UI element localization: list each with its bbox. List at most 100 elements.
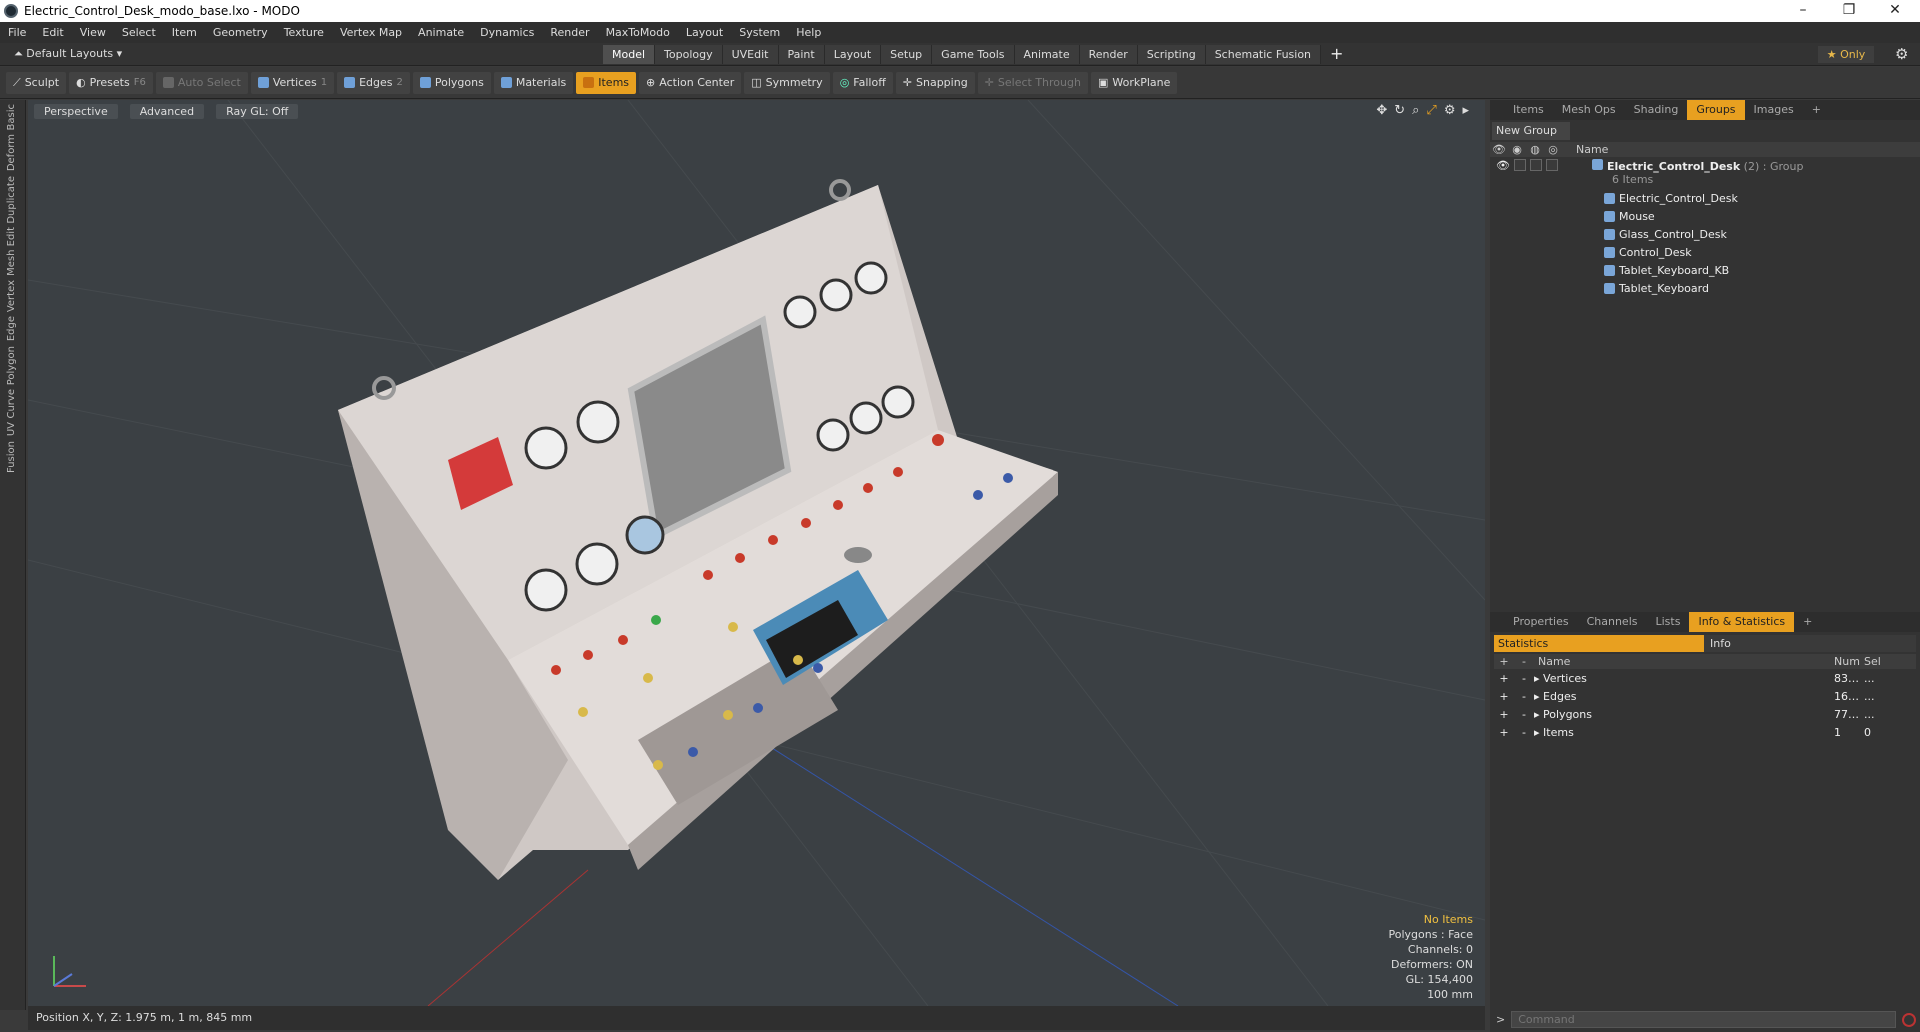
visibility-col-icon[interactable]: 👁 — [1490, 143, 1508, 156]
fit-icon[interactable]: ⤢ — [1426, 103, 1436, 118]
falloff-button[interactable]: ◎ Falloff — [832, 71, 893, 94]
menu-dynamics[interactable]: Dynamics — [472, 26, 542, 39]
tab-items[interactable]: Items — [1504, 100, 1553, 120]
tab-scripting[interactable]: Scripting — [1137, 45, 1206, 64]
vertices-button[interactable]: Vertices 1 — [250, 71, 335, 94]
tab-polygon[interactable]: Polygon — [6, 346, 20, 385]
tab-groups[interactable]: Groups — [1687, 100, 1745, 120]
menu-edit[interactable]: Edit — [34, 26, 71, 39]
group-child-row[interactable]: Glass_Control_Desk — [1490, 225, 1920, 243]
tab-channels[interactable]: Channels — [1578, 612, 1647, 632]
tab-deform[interactable]: Deform — [6, 134, 20, 171]
command-input[interactable] — [1511, 1011, 1896, 1028]
stats-row[interactable]: + - ▸ Edges 16… ... — [1494, 687, 1916, 705]
tab-info-statistics[interactable]: Info & Statistics — [1689, 612, 1795, 632]
add-tab-icon[interactable]: + — [1803, 100, 1830, 120]
statistics-tab[interactable]: Statistics — [1494, 635, 1704, 652]
tab-uvedit[interactable]: UVEdit — [722, 45, 779, 64]
add-selection-icon[interactable]: + — [1494, 726, 1514, 739]
expand-triangle-icon[interactable]: ▸ — [1534, 726, 1540, 739]
group-row[interactable]: 👁 Electric_Control_Desk (2) : Group 6 It… — [1490, 157, 1920, 189]
tab-mesh-ops[interactable]: Mesh Ops — [1553, 100, 1625, 120]
menu-texture[interactable]: Texture — [276, 26, 332, 39]
menu-geometry[interactable]: Geometry — [205, 26, 276, 39]
add-properties-tab-icon[interactable]: + — [1794, 612, 1821, 632]
tab-basic[interactable]: Basic — [6, 104, 20, 130]
tab-paint[interactable]: Paint — [778, 45, 825, 64]
remove-selection-icon[interactable]: - — [1514, 672, 1534, 685]
presets-button[interactable]: ◐ Presets F6 — [69, 71, 153, 94]
tab-render[interactable]: Render — [1079, 45, 1138, 64]
control-desk-model[interactable] — [338, 179, 1058, 880]
render-col-icon[interactable]: ◉ — [1508, 143, 1526, 156]
tab-animate[interactable]: Animate — [1014, 45, 1080, 64]
3d-viewport[interactable]: Perspective Advanced Ray GL: Off ✥ ↻ ⌕ ⤢… — [28, 100, 1485, 1006]
group-child-row[interactable]: Mouse — [1490, 207, 1920, 225]
select-through-button[interactable]: ✛ Select Through — [977, 71, 1088, 94]
tab-uv[interactable]: UV — [6, 422, 20, 436]
auto-select-button[interactable]: Auto Select — [155, 71, 248, 94]
add-layout-tab-icon[interactable]: + — [1330, 44, 1343, 63]
remove-selection-icon[interactable]: - — [1514, 708, 1534, 721]
tab-layout[interactable]: Layout — [824, 45, 882, 64]
render-toggle[interactable] — [1514, 159, 1526, 171]
select-col-icon[interactable]: ◎ — [1544, 143, 1562, 156]
tab-lists[interactable]: Lists — [1647, 612, 1690, 632]
tab-mesh-edit[interactable]: Mesh Edit — [6, 227, 20, 276]
edges-button[interactable]: Edges 2 — [337, 71, 410, 94]
raygl-dropdown[interactable]: Ray GL: Off — [216, 103, 299, 119]
polygons-button[interactable]: Polygons — [412, 71, 491, 94]
sculpt-button[interactable]: ⟋ Sculpt — [6, 71, 67, 94]
menu-render[interactable]: Render — [542, 26, 597, 39]
tab-vertex[interactable]: Vertex — [6, 280, 20, 312]
expand-arrow-icon[interactable]: ▸ — [1462, 103, 1469, 118]
close-button[interactable]: ✕ — [1872, 0, 1918, 22]
tab-topology[interactable]: Topology — [655, 45, 723, 64]
menu-help[interactable]: Help — [788, 26, 829, 39]
tab-setup[interactable]: Setup — [881, 45, 933, 64]
tab-game-tools[interactable]: Game Tools — [932, 45, 1015, 64]
tab-schematic-fusion[interactable]: Schematic Fusion — [1205, 45, 1322, 64]
add-selection-icon[interactable]: + — [1494, 708, 1514, 721]
remove-selection-icon[interactable]: - — [1514, 726, 1534, 739]
add-selection-icon[interactable]: + — [1494, 672, 1514, 685]
snapping-button[interactable]: ✛ Snapping — [895, 71, 975, 94]
stats-row[interactable]: + - ▸ Vertices 83… ... — [1494, 669, 1916, 687]
expand-triangle-icon[interactable]: ▸ — [1534, 690, 1540, 703]
info-tab[interactable]: Info — [1704, 635, 1916, 652]
view-mode-dropdown[interactable]: Perspective — [34, 103, 118, 119]
group-child-row[interactable]: Control_Desk — [1490, 243, 1920, 261]
action-center-button[interactable]: ⊕ Action Center — [639, 71, 742, 94]
default-layouts-dropdown[interactable]: ⏶ Default Layouts ▾ — [14, 47, 122, 61]
items-button[interactable]: Items — [576, 71, 637, 94]
menu-file[interactable]: File — [0, 26, 34, 39]
menu-item[interactable]: Item — [164, 26, 205, 39]
viewport-gear-icon[interactable]: ⚙ — [1444, 103, 1456, 118]
tab-curve[interactable]: Curve — [6, 389, 20, 419]
zoom-icon[interactable]: ⌕ — [1412, 103, 1419, 118]
rotate-icon[interactable]: ↻ — [1394, 103, 1405, 118]
menu-view[interactable]: View — [72, 26, 114, 39]
remove-selection-icon[interactable]: - — [1514, 690, 1534, 703]
menu-select[interactable]: Select — [114, 26, 164, 39]
pan-icon[interactable]: ✥ — [1376, 103, 1387, 118]
tab-model[interactable]: Model — [603, 45, 656, 64]
tab-properties[interactable]: Properties — [1504, 612, 1578, 632]
tab-edge[interactable]: Edge — [6, 316, 20, 341]
shading-dropdown[interactable]: Advanced — [129, 103, 205, 119]
menu-vertex-map[interactable]: Vertex Map — [332, 26, 410, 39]
tab-images[interactable]: Images — [1745, 100, 1803, 120]
command-history-icon[interactable] — [1902, 1012, 1916, 1027]
menu-animate[interactable]: Animate — [410, 26, 472, 39]
expand-triangle-icon[interactable]: ▸ — [1534, 672, 1540, 685]
add-selection-icon[interactable]: + — [1494, 690, 1514, 703]
group-child-row[interactable]: Electric_Control_Desk — [1490, 189, 1920, 207]
tab-shading[interactable]: Shading — [1625, 100, 1688, 120]
eye-icon[interactable]: 👁 — [1496, 159, 1510, 172]
stats-row[interactable]: + - ▸ Polygons 77… ... — [1494, 705, 1916, 723]
stats-row[interactable]: + - ▸ Items 1 0 — [1494, 723, 1916, 741]
only-button[interactable]: ★ Only — [1818, 46, 1874, 63]
gear-icon[interactable]: ⚙ — [1895, 45, 1908, 63]
menu-layout[interactable]: Layout — [678, 26, 731, 39]
menu-system[interactable]: System — [731, 26, 788, 39]
